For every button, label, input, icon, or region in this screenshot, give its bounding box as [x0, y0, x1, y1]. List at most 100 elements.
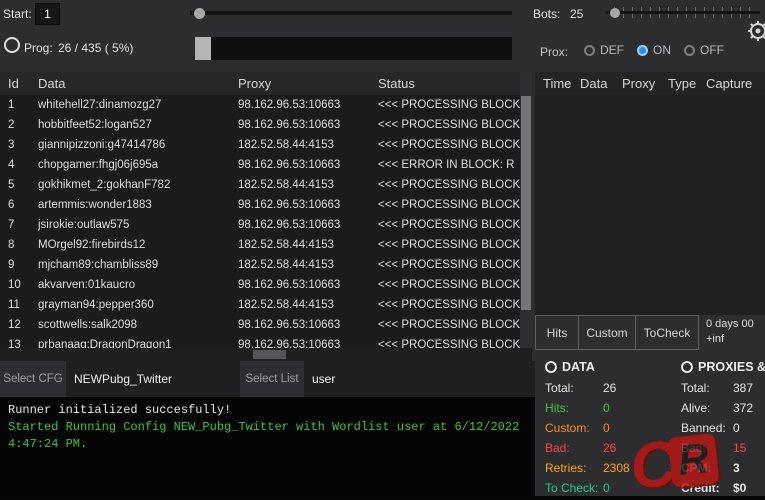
- log-console[interactable]: Runner initialized succesfully!Started R…: [0, 397, 535, 500]
- table-row[interactable]: 9 mjcham89:chambliss89 182.52.58.44:4153…: [0, 255, 520, 275]
- cell-status: <<< PROCESSING BLOCK: [378, 199, 520, 211]
- prox-radio[interactable]: ON: [637, 43, 671, 57]
- stat-value: 26: [603, 381, 616, 395]
- bots-slider[interactable]: [606, 6, 760, 20]
- cell-id: 7: [8, 219, 38, 231]
- stat-label: Total:: [681, 381, 733, 395]
- cell-id: 9: [8, 259, 38, 271]
- table-row[interactable]: 3 giannipizzoni:g47414786 182.52.58.44:4…: [0, 135, 520, 155]
- log-line: Runner initialized succesfully!: [8, 402, 527, 419]
- column-header-proxy[interactable]: Proxy: [238, 76, 378, 91]
- table-row[interactable]: 13 prbanaag:DragonDragon1 98.162.96.53:1…: [0, 335, 520, 348]
- table-row[interactable]: 1 whitehell27:dinamozg27 98.162.96.53:10…: [0, 95, 520, 115]
- globe-circle-icon: [681, 361, 693, 373]
- radio-circle-icon: [684, 45, 695, 56]
- stat-value: 0: [603, 481, 610, 495]
- stat-row: Alive: 372: [681, 398, 765, 418]
- data-stats-title: DATA: [562, 360, 595, 374]
- cell-status: <<< PROCESSING BLOCK: [378, 179, 520, 191]
- gear-icon[interactable]: [747, 20, 765, 42]
- table-row[interactable]: 11 grayman94:pepper360 182.52.58.44:4153…: [0, 295, 520, 315]
- cell-proxy: 98.162.96.53:10663: [238, 119, 378, 131]
- cell-id: 3: [8, 139, 38, 151]
- table-row[interactable]: 12 scottwells:salk2098 98.162.96.53:1066…: [0, 315, 520, 335]
- cell-id: 2: [8, 119, 38, 131]
- stat-value: 0: [733, 421, 740, 435]
- vertical-scrollbar-thumb[interactable]: [521, 96, 531, 310]
- column-header-hit-proxy[interactable]: Proxy: [622, 76, 668, 91]
- cell-status: <<< PROCESSING BLOCK: [378, 119, 520, 131]
- stat-value: $0: [733, 481, 746, 495]
- column-header-time[interactable]: Time: [543, 76, 580, 91]
- table-row[interactable]: 4 chopgamer:fhgj06j695a 98.162.96.53:106…: [0, 155, 520, 175]
- wordlist-name-field[interactable]: user: [304, 361, 535, 397]
- radio-label: OFF: [700, 43, 724, 57]
- vertical-scrollbar[interactable]: [520, 72, 532, 348]
- cell-data: mjcham89:chambliss89: [38, 259, 238, 271]
- table-row[interactable]: 10 akvarven:01kaucro 98.162.96.53:10663 …: [0, 275, 520, 295]
- hits-panel: Time Data Proxy Type Capture: [535, 72, 765, 315]
- stat-row: To Check: 0: [545, 478, 665, 498]
- proxy-stats-header: PROXIES &: [681, 356, 765, 378]
- cell-data: akvarven:01kaucro: [38, 279, 238, 291]
- cell-status: <<< PROCESSING BLOCK: [378, 339, 520, 348]
- column-header-status[interactable]: Status: [378, 76, 520, 91]
- start-input[interactable]: [35, 3, 60, 25]
- column-header-hit-type[interactable]: Type: [668, 76, 706, 91]
- bots-slider-thumb[interactable]: [610, 8, 620, 18]
- table-row[interactable]: 6 artemmis:wonder1883 98.162.96.53:10663…: [0, 195, 520, 215]
- cell-data: gokhikmet_2:gokhanF782: [38, 179, 238, 191]
- prox-radio[interactable]: OFF: [684, 43, 724, 57]
- stat-value: 372: [733, 401, 753, 415]
- prox-radio[interactable]: DEF: [584, 43, 624, 57]
- start-label: Start:: [3, 7, 32, 21]
- proxy-stats-section: PROXIES & Total: 387 Alive: 372 Banned: …: [681, 356, 765, 498]
- proxy-stats-title: PROXIES &: [698, 360, 765, 374]
- start-stop-button[interactable]: [4, 37, 20, 53]
- stat-label: Bad:: [681, 441, 733, 455]
- horizontal-scrollbar[interactable]: [0, 348, 532, 361]
- stat-row: Total: 387: [681, 378, 765, 398]
- table-row[interactable]: 5 gokhikmet_2:gokhanF782 182.52.58.44:41…: [0, 175, 520, 195]
- tab-hits[interactable]: Hits: [535, 315, 579, 350]
- stat-value: 26: [603, 441, 616, 455]
- start-slider-thumb[interactable]: [194, 8, 205, 19]
- progress-label: Prog:: [24, 41, 53, 55]
- timer: 0 days 00 +inf: [706, 315, 754, 350]
- stat-label: Credit:: [681, 481, 733, 495]
- cell-id: 11: [8, 299, 38, 311]
- cell-proxy: 98.162.96.53:10663: [238, 99, 378, 111]
- log-line: Started Running Config NEW_Pubg_Twitter …: [8, 419, 527, 436]
- table-row[interactable]: 8 MOrgel92:firebirds12 182.52.58.44:4153…: [0, 235, 520, 255]
- tab-tocheck[interactable]: ToCheck: [635, 315, 699, 350]
- data-stats-section: DATA Total: 26 Hits: 0 Custom: 0 Bad: 26…: [545, 356, 665, 498]
- start-slider-track: [190, 11, 512, 15]
- config-name-field[interactable]: NEWPubg_Twitter: [66, 361, 240, 397]
- cell-id: 4: [8, 159, 38, 171]
- horizontal-scrollbar-thumb[interactable]: [253, 350, 286, 359]
- stat-row: Retries: 2308: [545, 458, 665, 478]
- start-slider[interactable]: [190, 7, 512, 20]
- select-list-button[interactable]: Select List: [240, 361, 304, 397]
- cell-id: 5: [8, 179, 38, 191]
- tab-custom[interactable]: Custom: [578, 315, 636, 350]
- stat-row: Bad: 15: [681, 438, 765, 458]
- cell-status: <<< PROCESSING BLOCK: [378, 319, 520, 331]
- cell-data: whitehell27:dinamozg27: [38, 99, 238, 111]
- column-header-id[interactable]: Id: [8, 76, 38, 91]
- cell-proxy: 98.162.96.53:10663: [238, 159, 378, 171]
- cell-status: <<< PROCESSING BLOCK: [378, 139, 520, 151]
- stat-label: Banned:: [681, 421, 733, 435]
- column-header-hit-data[interactable]: Data: [580, 76, 622, 91]
- table-row[interactable]: 7 jsirokie:outlaw575 98.162.96.53:10663 …: [0, 215, 520, 235]
- stat-label: Alive:: [681, 401, 733, 415]
- column-header-data[interactable]: Data: [38, 76, 238, 91]
- bots-label: Bots:: [533, 7, 560, 21]
- log-line: 4:47:24 PM.: [8, 436, 527, 453]
- column-header-hit-capture[interactable]: Capture: [706, 76, 765, 91]
- select-cfg-button[interactable]: Select CFG: [0, 361, 66, 397]
- table-row[interactable]: 2 hobbitfeet52:logan527 98.162.96.53:106…: [0, 115, 520, 135]
- stat-label: To Check:: [545, 481, 603, 495]
- bots-slider-track: [606, 11, 760, 14]
- stat-row: Bad: 26: [545, 438, 665, 458]
